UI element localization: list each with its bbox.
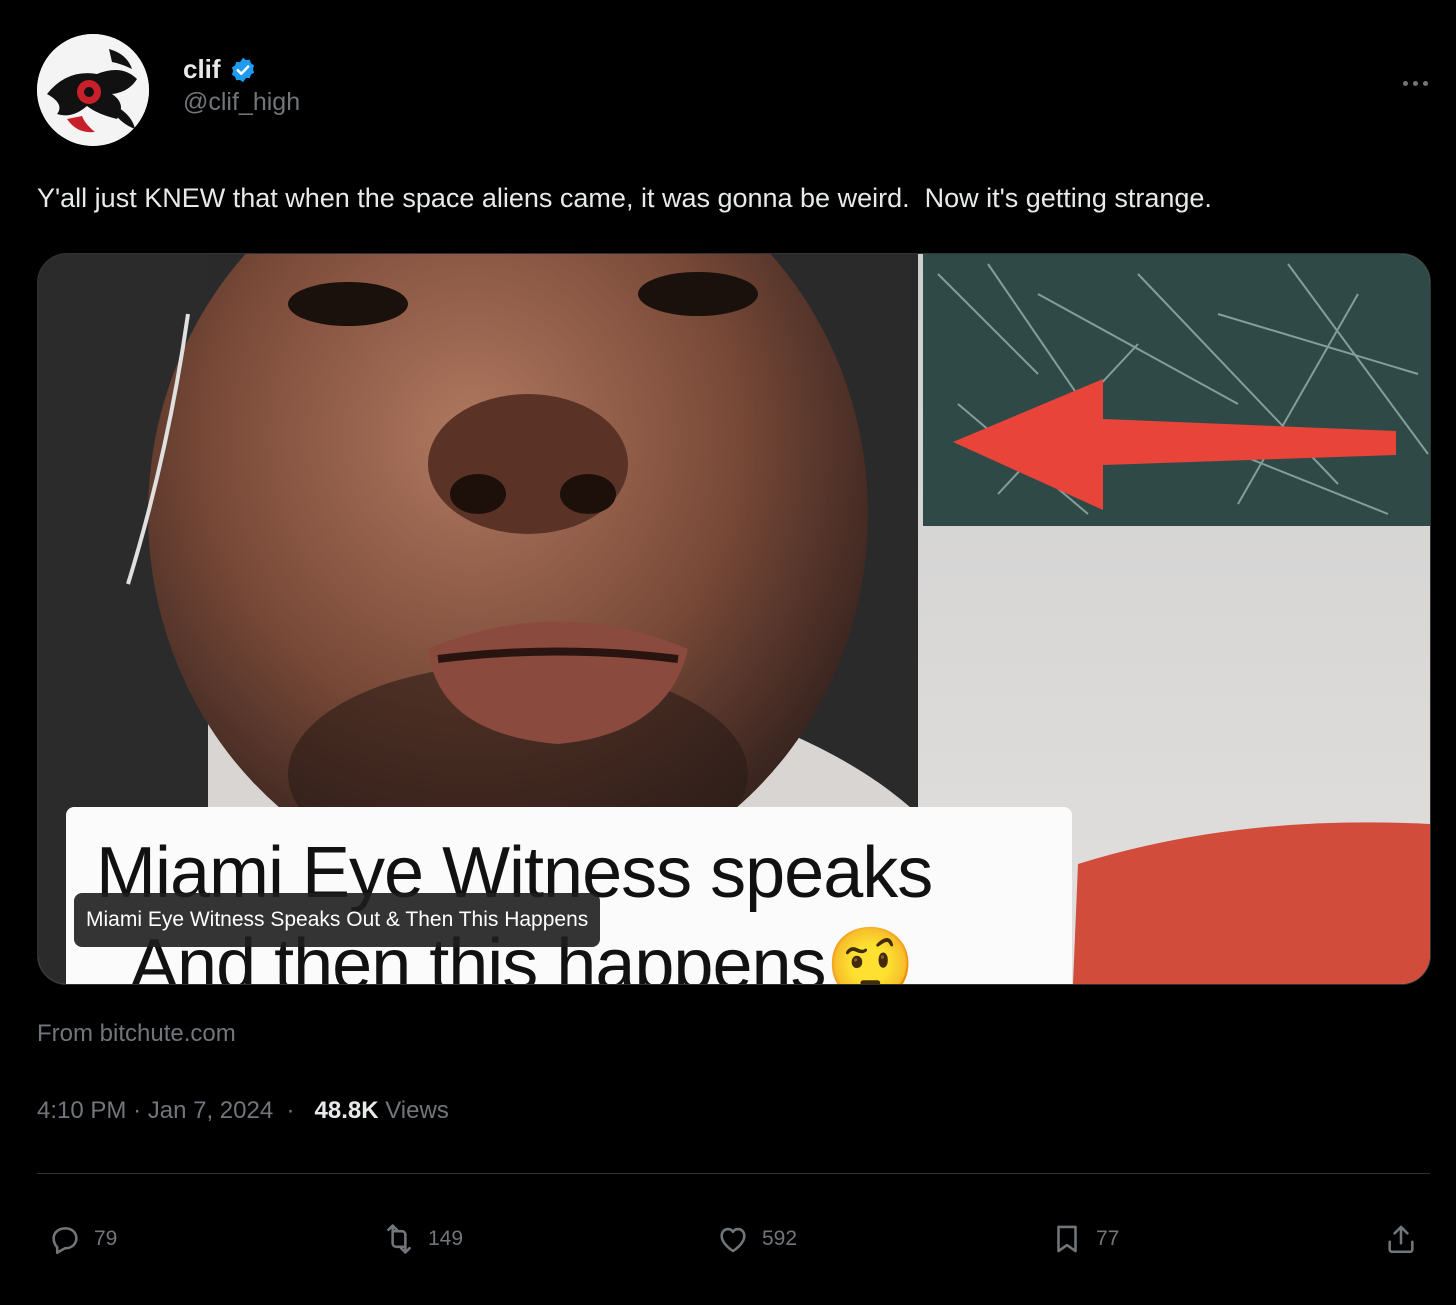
reply-button[interactable]: 79	[48, 1222, 117, 1256]
share-button[interactable]	[1384, 1222, 1418, 1256]
thinking-emoji-icon: 🤨	[825, 925, 916, 985]
bookmark-count: 77	[1096, 1227, 1120, 1250]
tweet-time[interactable]: 4:10 PM	[37, 1097, 126, 1124]
video-title-overlay: Miami Eye Witness Speaks Out & Then This…	[74, 893, 601, 947]
more-options-icon[interactable]	[1398, 70, 1432, 96]
views-label: Views	[385, 1097, 449, 1124]
divider	[37, 1173, 1430, 1174]
link-source[interactable]: From bitchute.com	[37, 1020, 236, 1048]
reply-count: 79	[94, 1227, 118, 1250]
repost-count: 149	[428, 1227, 464, 1250]
tweet-date[interactable]: Jan 7, 2024	[148, 1097, 273, 1124]
author-handle[interactable]: @clif_high	[183, 88, 300, 117]
like-count: 592	[762, 1227, 798, 1250]
video-thumbnail[interactable]: Miami Eye Witness speaks And then this h…	[37, 253, 1431, 985]
verified-badge-icon	[231, 57, 254, 82]
author-name[interactable]: clif	[183, 54, 221, 85]
avatar[interactable]	[37, 34, 149, 146]
separator-dot: ·	[279, 1097, 308, 1124]
bookmark-icon	[1057, 1225, 1077, 1253]
repost-button[interactable]: 149	[382, 1222, 463, 1256]
share-icon	[1388, 1225, 1414, 1254]
heart-icon	[720, 1227, 746, 1253]
separator-dot: ·	[133, 1097, 148, 1124]
like-button[interactable]: 592	[716, 1222, 797, 1256]
reply-icon	[52, 1227, 78, 1255]
repost-icon	[387, 1224, 411, 1254]
tweet-text: Y'all just KNEW that when the space alie…	[37, 183, 1212, 213]
tweet-meta: 4:10 PM · Jan 7, 2024 · 48.8K Views	[37, 1097, 449, 1125]
avatar-image	[37, 34, 149, 146]
views-count: 48.8K	[314, 1097, 379, 1124]
bookmark-button[interactable]: 77	[1050, 1222, 1119, 1256]
